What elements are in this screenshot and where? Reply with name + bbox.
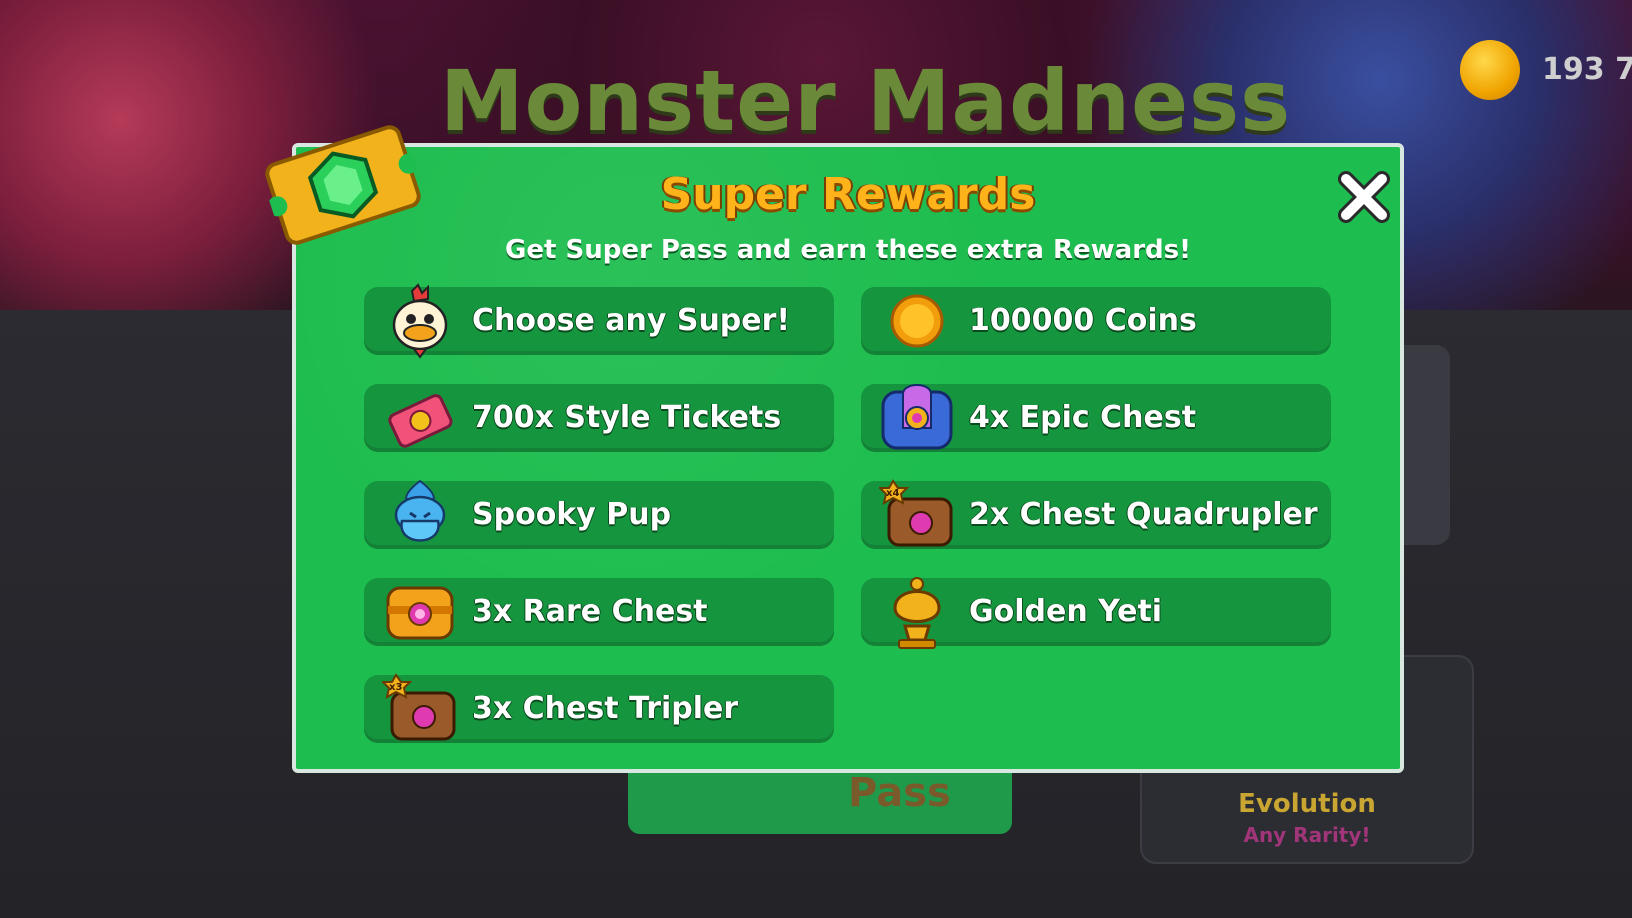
super-pass-button-label: Pass [848, 770, 951, 816]
reward-golden-yeti: Golden Yeti [861, 577, 1331, 649]
event-title: Monster Madness [440, 52, 1292, 150]
reward-coins: 100000 Coins [861, 287, 1331, 355]
chest-tripler-icon: x3 [380, 671, 458, 747]
reward-chest-tripler: x3 3x Chest Tripler [364, 673, 834, 743]
reward-label: 700x Style Tickets [472, 400, 782, 435]
reward-label: Spooky Pup [472, 497, 672, 532]
chest-quadrupler-icon: x4 [877, 477, 955, 553]
evolution-card-title: Evolution [1238, 789, 1376, 819]
coin-count: 193 73 [1542, 52, 1632, 87]
close-button[interactable] [1336, 169, 1392, 225]
reward-chest-quadrupler: x4 2x Chest Quadrupler [861, 479, 1331, 549]
svg-text:x3: x3 [389, 682, 402, 693]
dialog-title: Super Rewards [660, 169, 1036, 220]
rare-chest-icon [382, 574, 458, 650]
dialog-subtitle: Get Super Pass and earn these extra Rewa… [505, 235, 1191, 265]
coin-icon [1460, 40, 1520, 100]
chicken-icon [382, 283, 458, 359]
reward-label: 3x Rare Chest [472, 594, 708, 629]
spooky-pup-icon [382, 477, 458, 553]
coin-icon [879, 283, 955, 359]
reward-label: Choose any Super! [472, 303, 791, 338]
close-icon [1338, 171, 1390, 223]
reward-epic-chest: 4x Epic Chest [861, 384, 1331, 452]
reward-label: 4x Epic Chest [969, 400, 1197, 435]
reward-style-tickets: 700x Style Tickets [364, 384, 834, 452]
reward-label: 3x Chest Tripler [472, 691, 739, 726]
style-ticket-icon [382, 380, 458, 456]
reward-label: 100000 Coins [969, 303, 1197, 338]
reward-rare-chest: 3x Rare Chest [364, 578, 834, 646]
reward-label: Golden Yeti [969, 594, 1163, 629]
reward-label: 2x Chest Quadrupler [969, 497, 1318, 532]
evolution-card-subtitle: Any Rarity! [1243, 823, 1371, 847]
coin-counter: 193 73 [1460, 40, 1632, 100]
reward-spooky-pup: Spooky Pup [364, 479, 834, 549]
super-rewards-dialog: Super Rewards Get Super Pass and earn th… [292, 143, 1404, 773]
svg-text:x4: x4 [886, 488, 899, 499]
epic-chest-icon [879, 380, 955, 456]
golden-yeti-icon [879, 574, 955, 650]
reward-choose-super: Choose any Super! [364, 283, 834, 359]
